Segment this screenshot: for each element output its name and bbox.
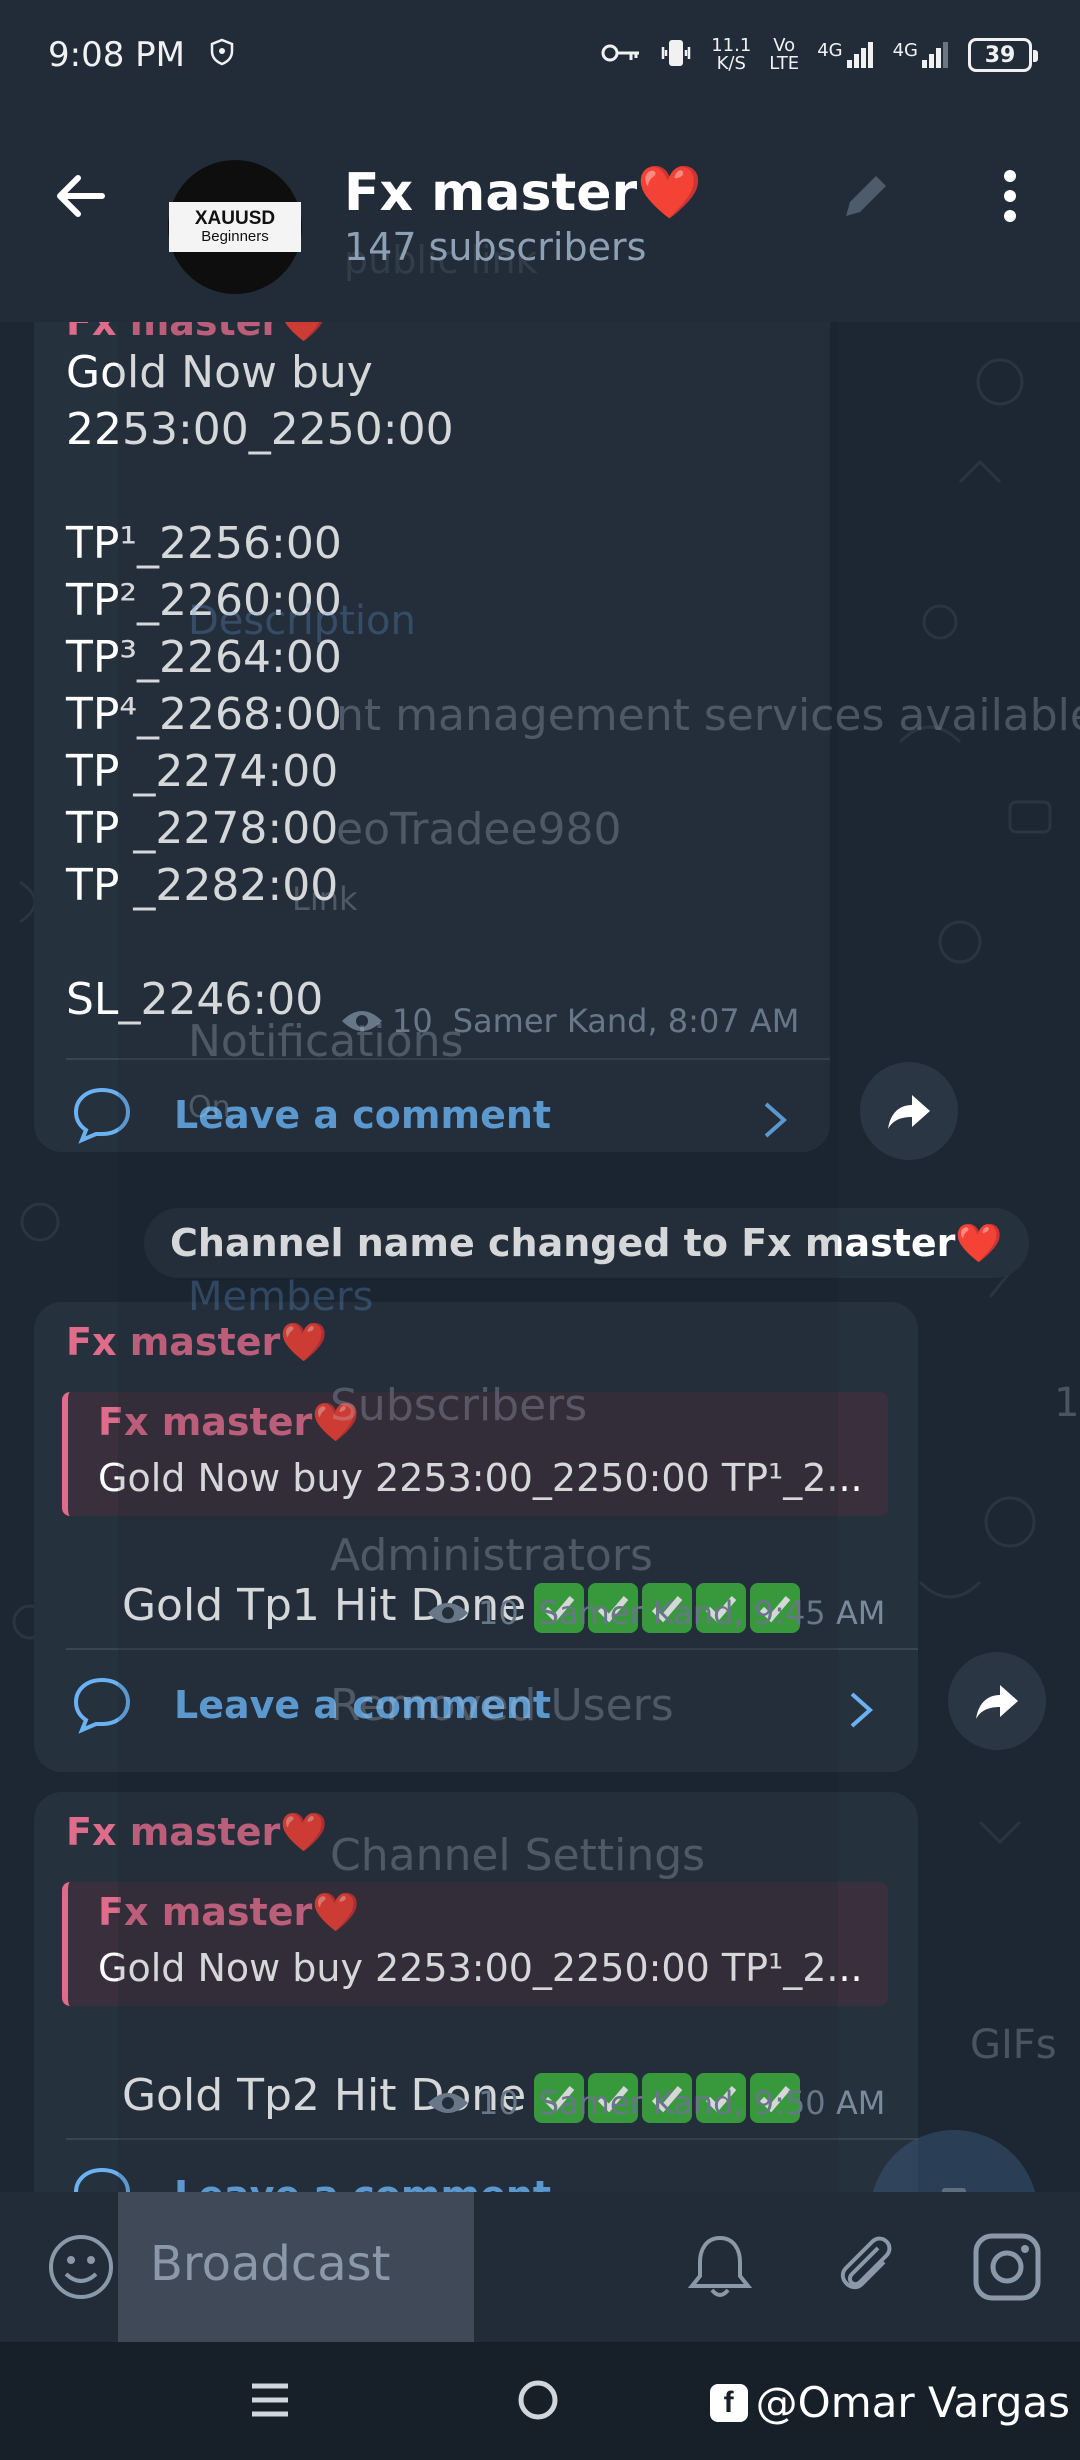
attach-icon[interactable] <box>830 2232 900 2302</box>
shield-icon <box>209 35 235 75</box>
system-nav-bar: f @Omar Vargas <box>0 2342 1080 2460</box>
ghost-on: On <box>188 1090 231 1125</box>
facebook-icon: f <box>709 2383 748 2422</box>
status-bar: 9:08 PM 11.1 K/S Vo LTE 4G 4G 39 <box>0 0 1080 110</box>
battery-indicator: 39 <box>968 38 1038 72</box>
ghost-description-header: Description <box>188 598 416 644</box>
edit-pencil-icon[interactable] <box>836 166 896 226</box>
ghost-administrators: Administrators <box>330 1530 653 1581</box>
instagram-camera-icon[interactable] <box>972 2232 1042 2302</box>
avatar-line-1: XAUUSD <box>194 208 276 229</box>
net-speed-unit: K/S <box>716 53 746 74</box>
broadcast-input[interactable]: Broadcast <box>150 2236 391 2292</box>
ghost-channel-settings: Channel Settings <box>330 1830 706 1881</box>
ghost-link-label: Link <box>292 880 358 918</box>
bell-icon[interactable] <box>686 2232 754 2302</box>
emoji-icon[interactable] <box>46 2232 116 2302</box>
signal-label-1: 4G <box>817 40 843 61</box>
share-arrow-icon <box>976 1685 1018 1719</box>
channel-avatar[interactable]: XAUUSD Beginners <box>168 160 302 294</box>
signal-icon-2: 4G <box>893 40 950 70</box>
recents-menu-icon[interactable] <box>248 2378 292 2422</box>
more-menu-icon[interactable] <box>990 166 1030 226</box>
key-icon <box>601 41 641 70</box>
status-time: 9:08 PM <box>48 35 185 75</box>
ghost-subscribers: Subscribers <box>330 1380 588 1431</box>
vibrate-icon <box>659 37 693 74</box>
chevron-right-icon <box>850 1692 874 1728</box>
ghost-gifs: GIFs <box>970 2022 1057 2068</box>
avatar-line-2: Beginners <box>201 228 269 245</box>
share-button[interactable] <box>860 1062 958 1160</box>
subscriber-count: 147 subscribers <box>344 225 647 269</box>
channel-title-block[interactable]: Fx master❤️ 147 subscribers <box>344 162 702 269</box>
message-input-bar: Broadcast <box>0 2192 1080 2342</box>
app-bar: XAUUSD Beginners public link Fx master❤️… <box>0 110 1080 322</box>
share-arrow-icon <box>888 1095 930 1129</box>
ghost-username: eoTradee980 <box>336 804 622 855</box>
ghost-notifications: Notifications <box>188 1016 464 1067</box>
watermark-text: @Omar Vargas <box>755 2378 1070 2427</box>
ghost-count: 1 <box>1054 1380 1080 1426</box>
ghost-members-header: Members <box>188 1274 374 1320</box>
back-arrow-icon[interactable] <box>48 164 112 228</box>
home-circle-icon[interactable] <box>516 2378 560 2422</box>
net-speed: 11.1 K/S <box>711 37 751 73</box>
ghost-description-text: nt management services available <box>336 690 1080 741</box>
signal-icon-1: 4G <box>817 40 874 70</box>
signal-label-2: 4G <box>892 40 918 61</box>
volte-bottom: LTE <box>769 53 800 74</box>
ghost-removed-users: Removed Users <box>330 1680 674 1731</box>
volte-indicator: Vo LTE <box>769 37 799 73</box>
watermark: f @Omar Vargas <box>709 2378 1070 2427</box>
share-button[interactable] <box>948 1652 1046 1750</box>
channel-title: Fx master❤️ <box>344 163 702 223</box>
avatar-label: XAUUSD Beginners <box>169 202 301 252</box>
